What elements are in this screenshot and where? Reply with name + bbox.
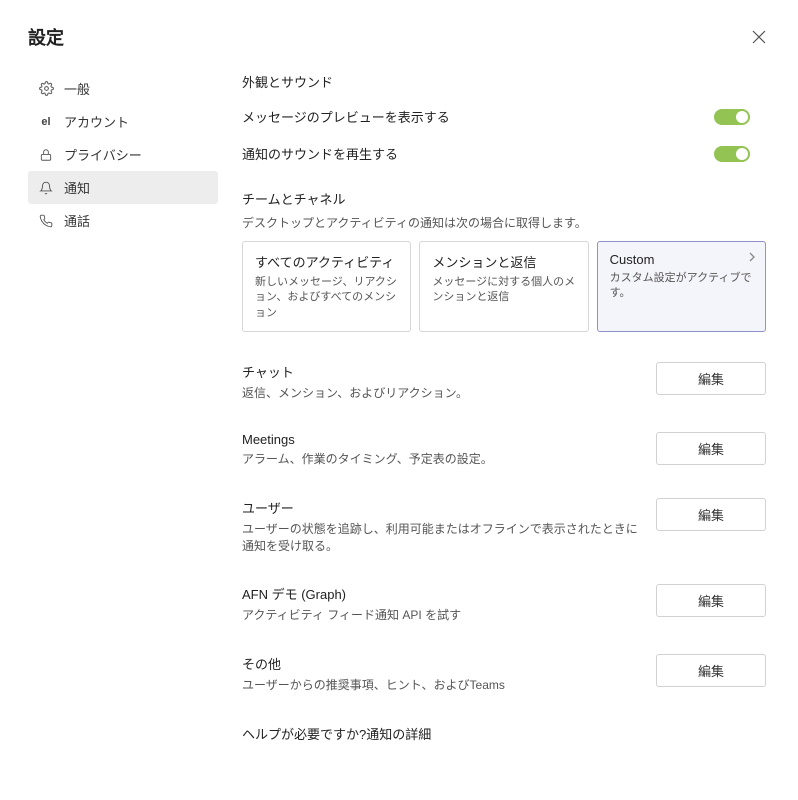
- sidebar-item-general[interactable]: 一般: [28, 72, 218, 105]
- sidebar-item-notifications[interactable]: 通知: [28, 171, 218, 204]
- afn-desc: アクティビティ フィード通知 API を試す: [242, 607, 640, 624]
- people-edit-button[interactable]: 編集: [656, 498, 766, 531]
- sound-toggle-label: 通知のサウンドを再生する: [242, 144, 398, 163]
- other-edit-button[interactable]: 編集: [656, 654, 766, 687]
- chat-edit-button[interactable]: 編集: [656, 362, 766, 395]
- lock-icon: [38, 147, 54, 163]
- sound-toggle[interactable]: [714, 146, 750, 162]
- sidebar-item-label: 通話: [64, 211, 90, 230]
- other-heading: その他: [242, 654, 640, 673]
- sidebar-item-label: 通知: [64, 178, 90, 197]
- card-title: メンションと返信: [432, 252, 575, 271]
- teams-heading: チームとチャネル: [242, 189, 766, 208]
- meetings-heading: Meetings: [242, 432, 640, 447]
- card-desc: メッセージに対する個人のメンションと返信: [432, 275, 575, 306]
- toggle-knob: [736, 111, 748, 123]
- notification-card-all[interactable]: すべてのアクティビティ 新しいメッセージ、リアクション、およびすべてのメンション: [242, 241, 411, 332]
- settings-header: 設定: [28, 24, 770, 50]
- bell-icon: [38, 180, 54, 196]
- account-icon: el: [38, 114, 54, 130]
- notification-card-mentions[interactable]: メンションと返信 メッセージに対する個人のメンションと返信: [419, 241, 588, 332]
- chat-desc: 返信、メンション、およびリアクション。: [242, 385, 640, 402]
- close-button[interactable]: [748, 26, 770, 48]
- help-link[interactable]: ヘルプが必要ですか?通知の詳細: [242, 724, 766, 743]
- meetings-desc: アラーム、作業のタイミング、予定表の設定。: [242, 451, 640, 468]
- other-desc: ユーザーからの推奨事項、ヒント、およびTeams: [242, 677, 640, 694]
- afn-edit-button[interactable]: 編集: [656, 584, 766, 617]
- sidebar-item-calls[interactable]: 通話: [28, 204, 218, 237]
- card-desc: 新しいメッセージ、リアクション、およびすべてのメンション: [255, 275, 398, 321]
- settings-sidebar: 一般 el アカウント プライバシー 通知: [28, 72, 218, 800]
- sidebar-item-label: 一般: [64, 79, 90, 98]
- close-icon: [752, 30, 766, 44]
- sidebar-item-label: アカウント: [64, 112, 129, 131]
- gear-icon: [38, 81, 54, 97]
- notification-card-custom[interactable]: Custom カスタム設定がアクティブです。: [597, 241, 766, 332]
- sidebar-item-privacy[interactable]: プライバシー: [28, 138, 218, 171]
- card-title: すべてのアクティビティ: [255, 252, 398, 271]
- preview-toggle[interactable]: [714, 109, 750, 125]
- settings-main: 外観とサウンド メッセージのプレビューを表示する 通知のサウンドを再生する チー…: [242, 72, 770, 800]
- sidebar-item-account[interactable]: el アカウント: [28, 105, 218, 138]
- people-desc: ユーザーの状態を追跡し、利用可能またはオフラインで表示されたときに通知を受け取る…: [242, 521, 640, 555]
- teams-description: デスクトップとアクティビティの通知は次の場合に取得します。: [242, 214, 766, 231]
- afn-heading: AFN デモ (Graph): [242, 584, 640, 603]
- chevron-right-icon: [747, 252, 757, 262]
- sidebar-item-label: プライバシー: [64, 145, 142, 164]
- chat-heading: チャット: [242, 362, 640, 381]
- card-title: Custom: [610, 252, 753, 267]
- appearance-heading: 外観とサウンド: [242, 72, 766, 91]
- toggle-knob: [736, 148, 748, 160]
- card-desc: カスタム設定がアクティブです。: [610, 271, 753, 302]
- people-heading: ユーザー: [242, 498, 640, 517]
- preview-toggle-label: メッセージのプレビューを表示する: [242, 107, 450, 126]
- phone-icon: [38, 213, 54, 229]
- meetings-edit-button[interactable]: 編集: [656, 432, 766, 465]
- page-title: 設定: [28, 24, 64, 50]
